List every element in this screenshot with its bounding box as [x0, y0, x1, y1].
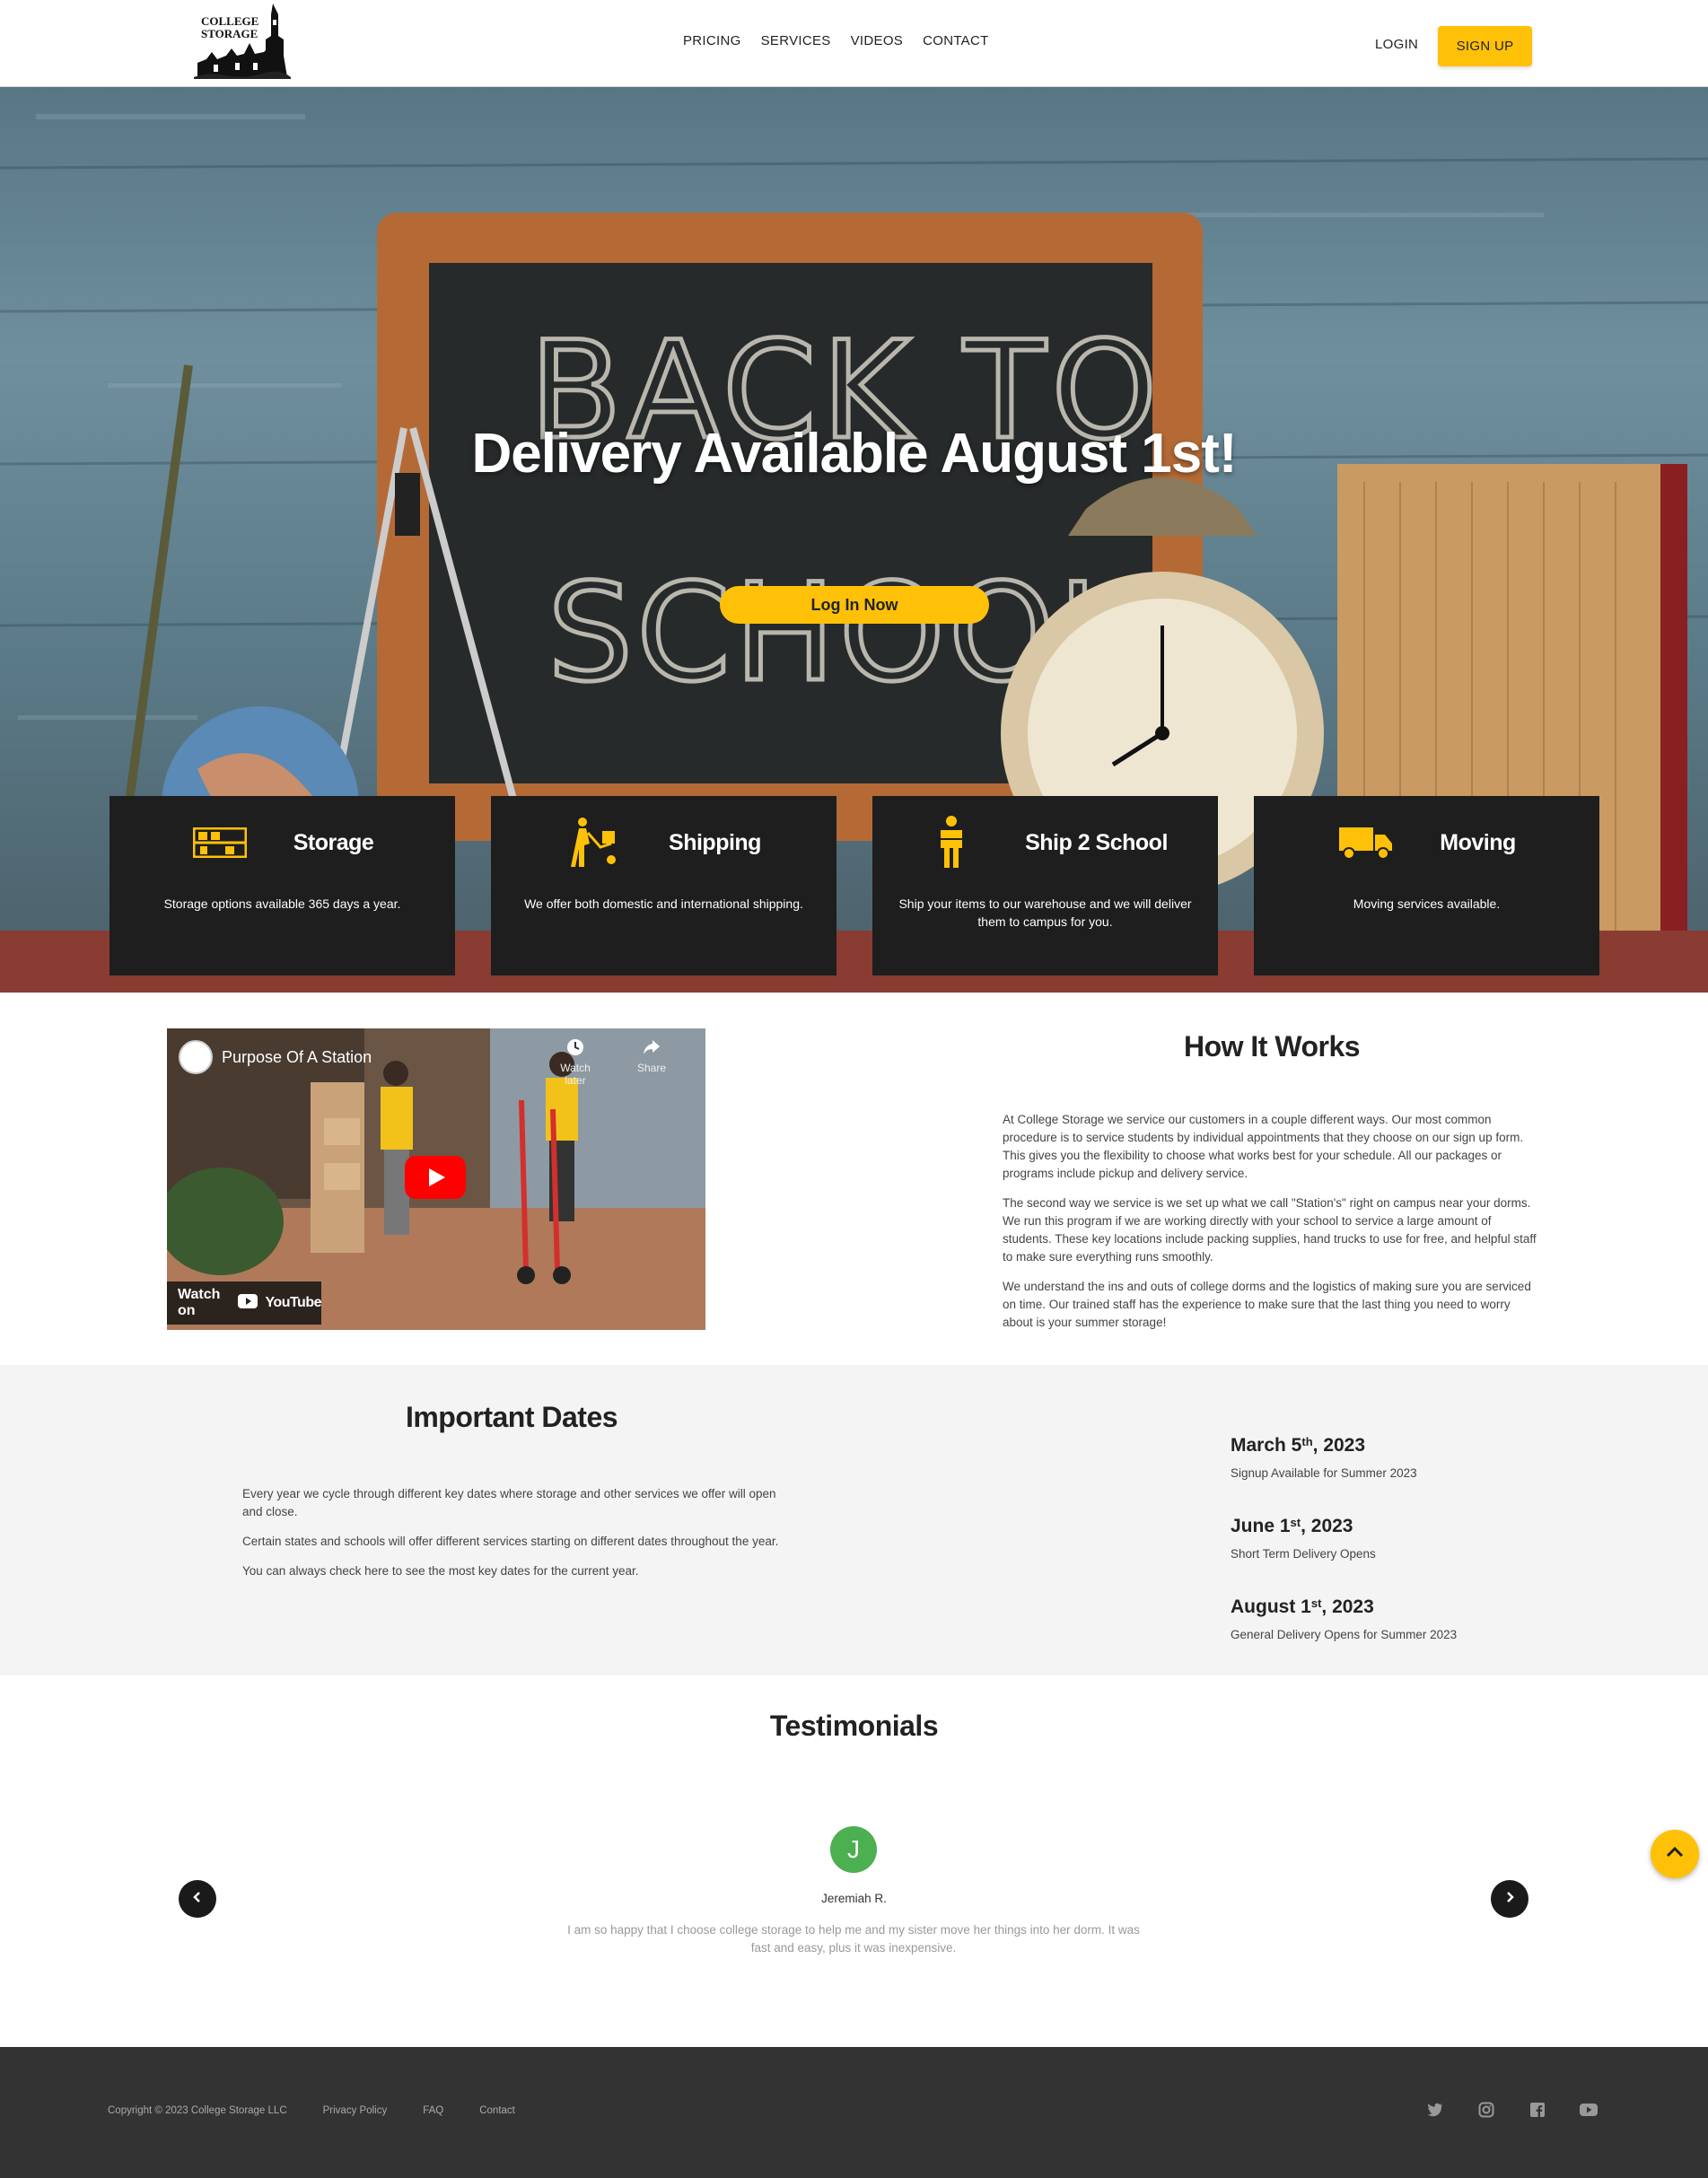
- youtube-icon: [238, 1293, 258, 1313]
- share-label: Share: [636, 1062, 667, 1074]
- signup-button[interactable]: SIGN UP: [1438, 26, 1532, 66]
- facebook-icon[interactable]: [1528, 2101, 1546, 2119]
- menu-item-videos[interactable]: VIDEOS: [851, 33, 903, 48]
- play-button[interactable]: [405, 1156, 466, 1199]
- video-title[interactable]: Purpose Of A Station: [222, 1048, 372, 1067]
- youtube-video-embed[interactable]: Purpose Of A Station Watch later Share W…: [167, 1028, 705, 1330]
- service-card-text: Ship your items to our warehouse and we …: [898, 897, 1192, 929]
- testimonials-heading: Testimonials: [769, 1710, 939, 1742]
- watch-on-youtube-link[interactable]: Watch on YouTube: [167, 1281, 321, 1325]
- date-heading: August 1st, 2023: [1231, 1596, 1374, 1617]
- paragraph: You can always check here to see the mos…: [242, 1564, 639, 1578]
- copyright-text: Copyright © 2023 College Storage LLC: [108, 2105, 287, 2116]
- logo-text-storage: STORAGE: [201, 27, 258, 40]
- login-link[interactable]: LOGIN: [1375, 37, 1418, 52]
- share-control[interactable]: Share: [629, 1037, 674, 1074]
- twitter-icon[interactable]: [1426, 2101, 1444, 2119]
- paragraph: Certain states and schools will offer di…: [242, 1535, 779, 1548]
- watch-on-label: Watch on: [178, 1287, 221, 1318]
- chevron-right-icon: [1503, 1891, 1516, 1908]
- service-card-text: Storage options available 365 days a yea…: [163, 897, 401, 911]
- date-item: March 5th, 2023 Signup Available for Sum…: [1231, 1421, 1554, 1501]
- shelving-icon: [191, 818, 249, 868]
- college-storage-logo[interactable]: COLLEGE STORAGE: [190, 0, 294, 81]
- service-card-title: Ship 2 School: [1025, 829, 1168, 855]
- menu-item-pricing[interactable]: PRICING: [683, 33, 741, 48]
- instagram-icon[interactable]: [1477, 2101, 1495, 2119]
- date-item: June 1st, 2023 Short Term Delivery Opens: [1231, 1501, 1554, 1582]
- youtube-wordmark: YouTube: [265, 1295, 321, 1310]
- watch-later-control[interactable]: Watch later: [553, 1037, 598, 1087]
- date-description: General Delivery Opens for Summer 2023: [1231, 1628, 1458, 1641]
- hero-banner: BACK TO SCHOOL! Delivery Available Augus…: [0, 87, 1708, 993]
- date-heading: June 1st, 2023: [1231, 1516, 1353, 1536]
- service-card-text: We offer both domestic and international…: [524, 897, 803, 911]
- date-description: Signup Available for Summer 2023: [1231, 1466, 1417, 1480]
- important-dates-section: Important Dates Every year we cycle thro…: [0, 1365, 1708, 1675]
- chevron-up-icon: [1665, 1846, 1685, 1863]
- date-list: March 5th, 2023 Signup Available for Sum…: [1231, 1421, 1554, 1663]
- social-links: [1426, 2101, 1598, 2119]
- important-dates-heading: Important Dates: [405, 1401, 618, 1433]
- testimonial-author: Jeremiah R.: [821, 1892, 887, 1905]
- truck-icon: [1337, 818, 1395, 868]
- service-card-text: Moving services available.: [1353, 897, 1501, 911]
- date-description: Short Term Delivery Opens: [1231, 1547, 1376, 1561]
- footer-link-faq[interactable]: FAQ: [423, 2105, 443, 2116]
- footer-link-contact[interactable]: Contact: [479, 2105, 515, 2116]
- service-card-title: Moving: [1440, 829, 1516, 855]
- hand-truck-icon: [566, 818, 624, 868]
- how-it-works-heading: How It Works: [1183, 1030, 1361, 1063]
- menu-item-contact[interactable]: CONTACT: [923, 33, 988, 48]
- footer: Copyright © 2023 College Storage LLC Pri…: [0, 2047, 1708, 2178]
- footer-link-privacy-policy[interactable]: Privacy Policy: [323, 2105, 388, 2116]
- testimonial-quote: I am so happy that I choose college stor…: [567, 1923, 1140, 1955]
- how-it-works-body: At College Storage we service our custom…: [1003, 1111, 1541, 1343]
- service-card-moving[interactable]: Moving Moving services available.: [1254, 796, 1599, 975]
- login-now-button[interactable]: Log In Now: [720, 586, 989, 624]
- service-card-ship-2-school[interactable]: Ship 2 School Ship your items to our war…: [872, 796, 1218, 975]
- clock-icon: [565, 1039, 585, 1060]
- service-cards: Storage Storage options available 365 da…: [109, 796, 1599, 975]
- service-card-title: Storage: [293, 829, 374, 855]
- service-card-storage[interactable]: Storage Storage options available 365 da…: [109, 796, 455, 975]
- menu-item-services[interactable]: SERVICES: [761, 33, 831, 48]
- paragraph: Every year we cycle through different ke…: [242, 1487, 776, 1518]
- avatar: J: [830, 1826, 877, 1873]
- top-navbar: COLLEGE STORAGE PRICING SERVICES VIDEOS …: [0, 0, 1708, 87]
- paragraph: We understand the ins and outs of colleg…: [1003, 1280, 1531, 1329]
- carousel-next-button[interactable]: [1491, 1880, 1528, 1918]
- service-card-shipping[interactable]: Shipping We offer both domestic and inte…: [491, 796, 836, 975]
- youtube-icon[interactable]: [1580, 2101, 1598, 2119]
- footer-links: Copyright © 2023 College Storage LLC Pri…: [108, 2105, 515, 2116]
- watch-later-label: Watch later: [560, 1062, 591, 1087]
- logo-text-college: COLLEGE: [201, 14, 258, 28]
- hero-title: Delivery Available August 1st!: [471, 423, 1237, 485]
- paragraph: At College Storage we service our custom…: [1003, 1113, 1524, 1180]
- paragraph: The second way we service is we set up w…: [1003, 1196, 1537, 1264]
- date-item: August 1st, 2023 General Delivery Opens …: [1231, 1582, 1554, 1663]
- person-carrying-box-icon: [923, 816, 980, 868]
- back-to-top-button[interactable]: [1651, 1830, 1699, 1878]
- service-card-title: Shipping: [669, 829, 761, 855]
- important-dates-body: Every year we cycle through different ke…: [242, 1485, 781, 1592]
- date-heading: March 5th, 2023: [1231, 1435, 1366, 1456]
- share-icon: [642, 1040, 661, 1060]
- main-menu: PRICING SERVICES VIDEOS CONTACT: [683, 33, 989, 48]
